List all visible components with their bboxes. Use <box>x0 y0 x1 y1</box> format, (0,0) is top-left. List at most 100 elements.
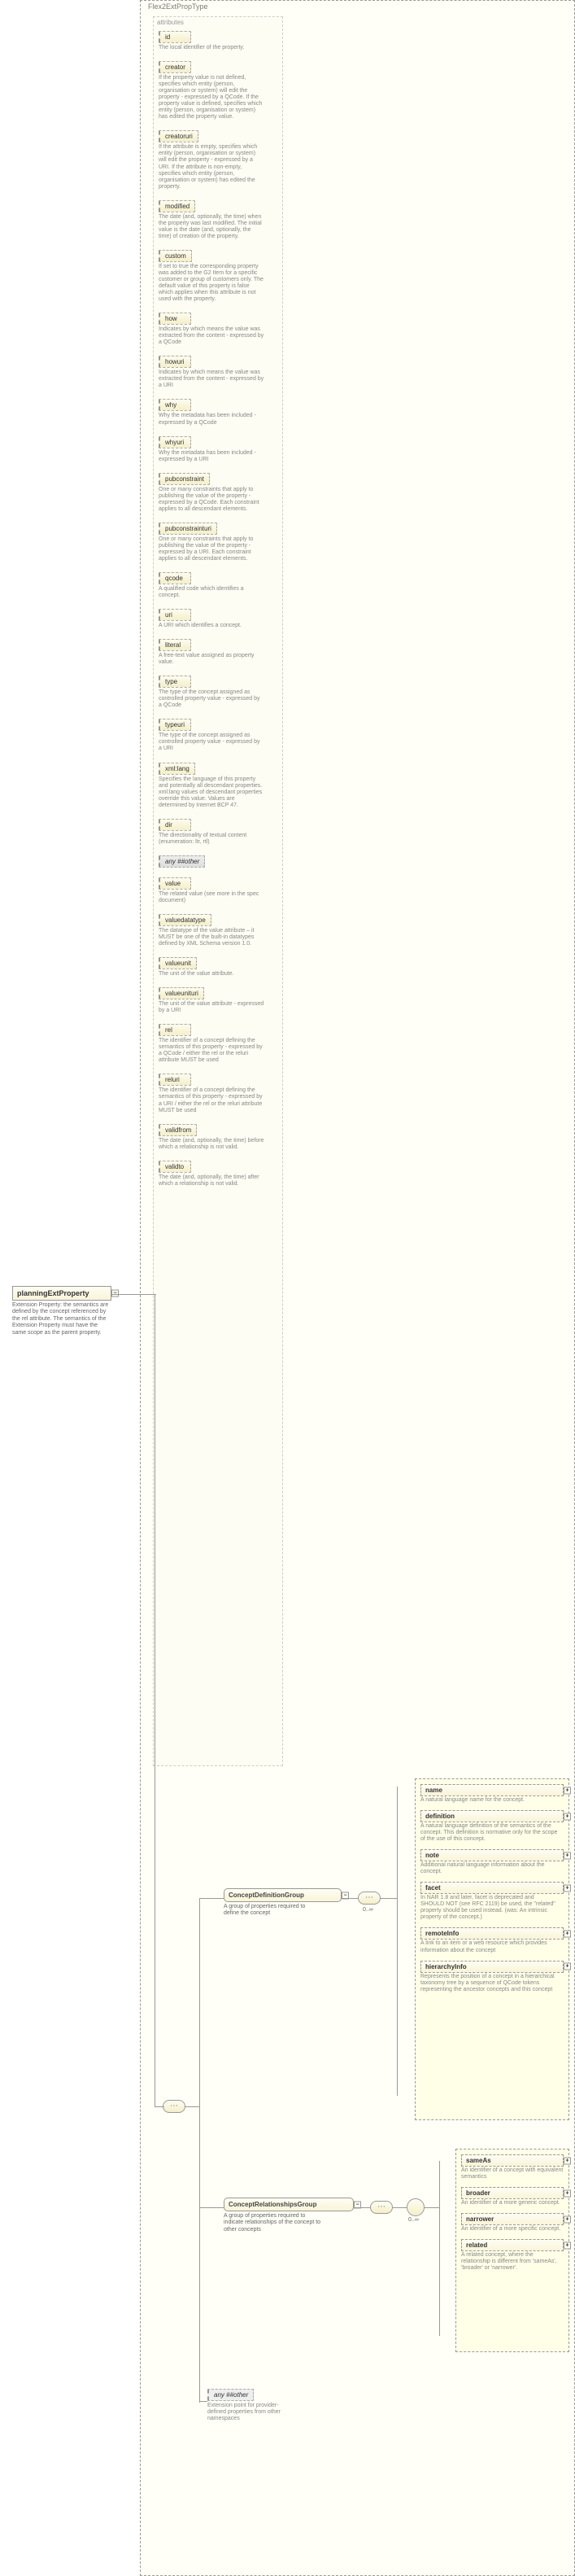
attributes-container: attributes idThe local identifier of the… <box>153 16 283 1766</box>
expand-icon[interactable]: + <box>564 1963 571 1970</box>
attr-box[interactable]: validfrom <box>159 1124 197 1136</box>
attr-box[interactable]: creatoruri <box>159 130 198 142</box>
attr-box[interactable]: whyuri <box>159 436 191 448</box>
def-group-doc: A group of properties required to define… <box>224 1904 321 1918</box>
attr-box[interactable]: id <box>159 31 191 43</box>
rel-children-container: sameAs+An identifier of a concept with e… <box>455 2149 569 2352</box>
attribute-howuri: howuri Indicates by which means the value… <box>159 356 277 389</box>
attribute-reluri: reluriThe identifier of a concept defini… <box>159 1074 277 1113</box>
attr-box[interactable]: uri <box>159 609 191 621</box>
child-doc: An identifier of a more generic concept. <box>461 2200 564 2206</box>
attr-box[interactable]: valuedatatype <box>159 914 211 926</box>
attr-box[interactable]: validto <box>159 1161 191 1173</box>
attr-box[interactable]: valueunituri <box>159 987 204 999</box>
attr-box[interactable]: type <box>159 676 191 688</box>
root-name: planningExtProperty <box>17 1289 89 1297</box>
attr-box[interactable]: custom <box>159 250 192 262</box>
elem-box[interactable]: sameAs+ <box>461 2154 564 2167</box>
expand-icon[interactable]: + <box>564 2157 571 2164</box>
elem-box[interactable]: note+ <box>420 1849 564 1861</box>
attr-box[interactable]: reluri <box>159 1074 191 1086</box>
attr-box[interactable]: typeuri <box>159 719 191 731</box>
expand-icon[interactable]: + <box>564 2189 571 2197</box>
elem-box[interactable]: definition+ <box>420 1810 564 1822</box>
connector <box>111 1294 156 1295</box>
choice-symbol <box>407 2198 425 2216</box>
attr-doc: Indicates by which means the value was e… <box>159 370 264 389</box>
attr-box[interactable]: xml:lang <box>159 763 195 775</box>
elem-box[interactable]: hierarchyInfo+ <box>420 1961 564 1973</box>
attr-box[interactable]: creator <box>159 61 191 73</box>
elem-box[interactable]: name+ <box>420 1784 564 1796</box>
attribute-qcode: qcodeA qualified code which identifies a… <box>159 572 277 599</box>
elem-box[interactable]: facet+ <box>420 1882 564 1894</box>
attr-box[interactable]: any ##other <box>159 855 205 868</box>
concept-definition-group: ConceptDefinitionGroup − A group of prop… <box>224 1888 342 1918</box>
attr-box[interactable]: rel <box>159 1024 191 1036</box>
expand-icon[interactable]: + <box>564 2215 571 2223</box>
attr-doc: The datatype of the value attribute – it… <box>159 928 264 947</box>
child-facet: facet+In NAR 1.8 and later, facet is dep… <box>420 1882 564 1921</box>
connector <box>199 1898 200 2403</box>
child-doc: An identifier of a concept with equivale… <box>461 2167 564 2180</box>
expand-icon[interactable]: + <box>564 1787 571 1794</box>
attr-doc: A URI which identifies a concept. <box>159 623 264 629</box>
attr-box[interactable]: pubconstraint <box>159 473 210 485</box>
attr-box[interactable]: pubconstrainturi <box>159 523 217 535</box>
expand-icon[interactable]: + <box>564 1884 571 1892</box>
attr-box[interactable]: how <box>159 313 191 325</box>
child-remoteInfo: remoteInfo+A link to an item or a web re… <box>420 1927 564 1953</box>
attr-box[interactable]: valueunit <box>159 957 197 969</box>
expand-icon[interactable]: + <box>564 2241 571 2249</box>
any-box[interactable]: any ##other <box>207 2389 254 2401</box>
attribute-valueunituri: valueunituriThe unit of the value attrib… <box>159 987 277 1014</box>
connector <box>425 2207 439 2208</box>
expand-icon[interactable]: + <box>564 1852 571 1859</box>
child-doc: Additional natural language information … <box>420 1862 559 1875</box>
connector <box>397 1787 398 2096</box>
child-note: note+Additional natural language informa… <box>420 1849 564 1875</box>
any-doc: Extension point for provider-defined pro… <box>207 2403 289 2422</box>
elem-box[interactable]: remoteInfo+ <box>420 1927 564 1940</box>
expand-icon[interactable]: + <box>564 1930 571 1937</box>
elem-box[interactable]: narrower+ <box>461 2213 564 2225</box>
expand-icon[interactable]: + <box>564 1813 571 1820</box>
attr-doc: Indicates by which means the value was e… <box>159 326 264 346</box>
attribute-xml-lang: xml:langSpecifies the language of this p… <box>159 763 277 809</box>
child-broader: broader+An identifier of a more generic … <box>461 2187 564 2206</box>
root-element-box[interactable]: planningExtProperty − <box>12 1286 111 1301</box>
child-doc: An identifier of a more specific concept… <box>461 2226 564 2233</box>
any-label: any ##other <box>214 2391 248 2399</box>
child-doc: Represents the position of a concept in … <box>420 1974 559 1993</box>
connector <box>199 1898 224 1899</box>
attribute-type: typeThe type of the concept assigned as … <box>159 676 277 709</box>
rel-group-name: ConceptRelationshipsGroup <box>229 2201 316 2208</box>
attr-box[interactable]: dir <box>159 819 191 831</box>
connector <box>342 1898 358 1899</box>
sequence-symbol <box>370 2201 393 2214</box>
connector <box>439 2161 440 2336</box>
attribute-validfrom: validfrom The date (and, optionally, the … <box>159 1124 277 1151</box>
attr-box[interactable]: modified <box>159 200 195 212</box>
child-hierarchyInfo: hierarchyInfo+Represents the position of… <box>420 1961 564 1993</box>
connector <box>381 1898 397 1899</box>
attr-box[interactable]: howuri <box>159 356 191 368</box>
attr-doc: One or many constraints that apply to pu… <box>159 487 264 513</box>
group-label[interactable]: ConceptRelationshipsGroup − <box>224 2198 354 2211</box>
group-label[interactable]: ConceptDefinitionGroup − <box>224 1888 342 1902</box>
connector <box>199 2207 224 2208</box>
elem-box[interactable]: broader+ <box>461 2187 564 2199</box>
attr-doc: The date (and, optionally, the time) bef… <box>159 1138 264 1151</box>
attr-box[interactable]: why <box>159 399 191 411</box>
attr-doc: The related value (see more in the spec … <box>159 891 264 904</box>
attr-box[interactable]: value <box>159 877 191 890</box>
child-related: related+A related concept, where the rel… <box>461 2239 564 2272</box>
expand-icon[interactable]: − <box>111 1290 119 1297</box>
attribute-how: howIndicates by which means the value wa… <box>159 313 277 346</box>
attr-box[interactable]: qcode <box>159 572 191 584</box>
attr-doc: The unit of the value attribute. <box>159 971 264 977</box>
attr-box[interactable]: literal <box>159 639 191 651</box>
any-other-element: any ##other Extension point for provider… <box>207 2389 289 2422</box>
elem-box[interactable]: related+ <box>461 2239 564 2251</box>
connector <box>199 2401 207 2402</box>
